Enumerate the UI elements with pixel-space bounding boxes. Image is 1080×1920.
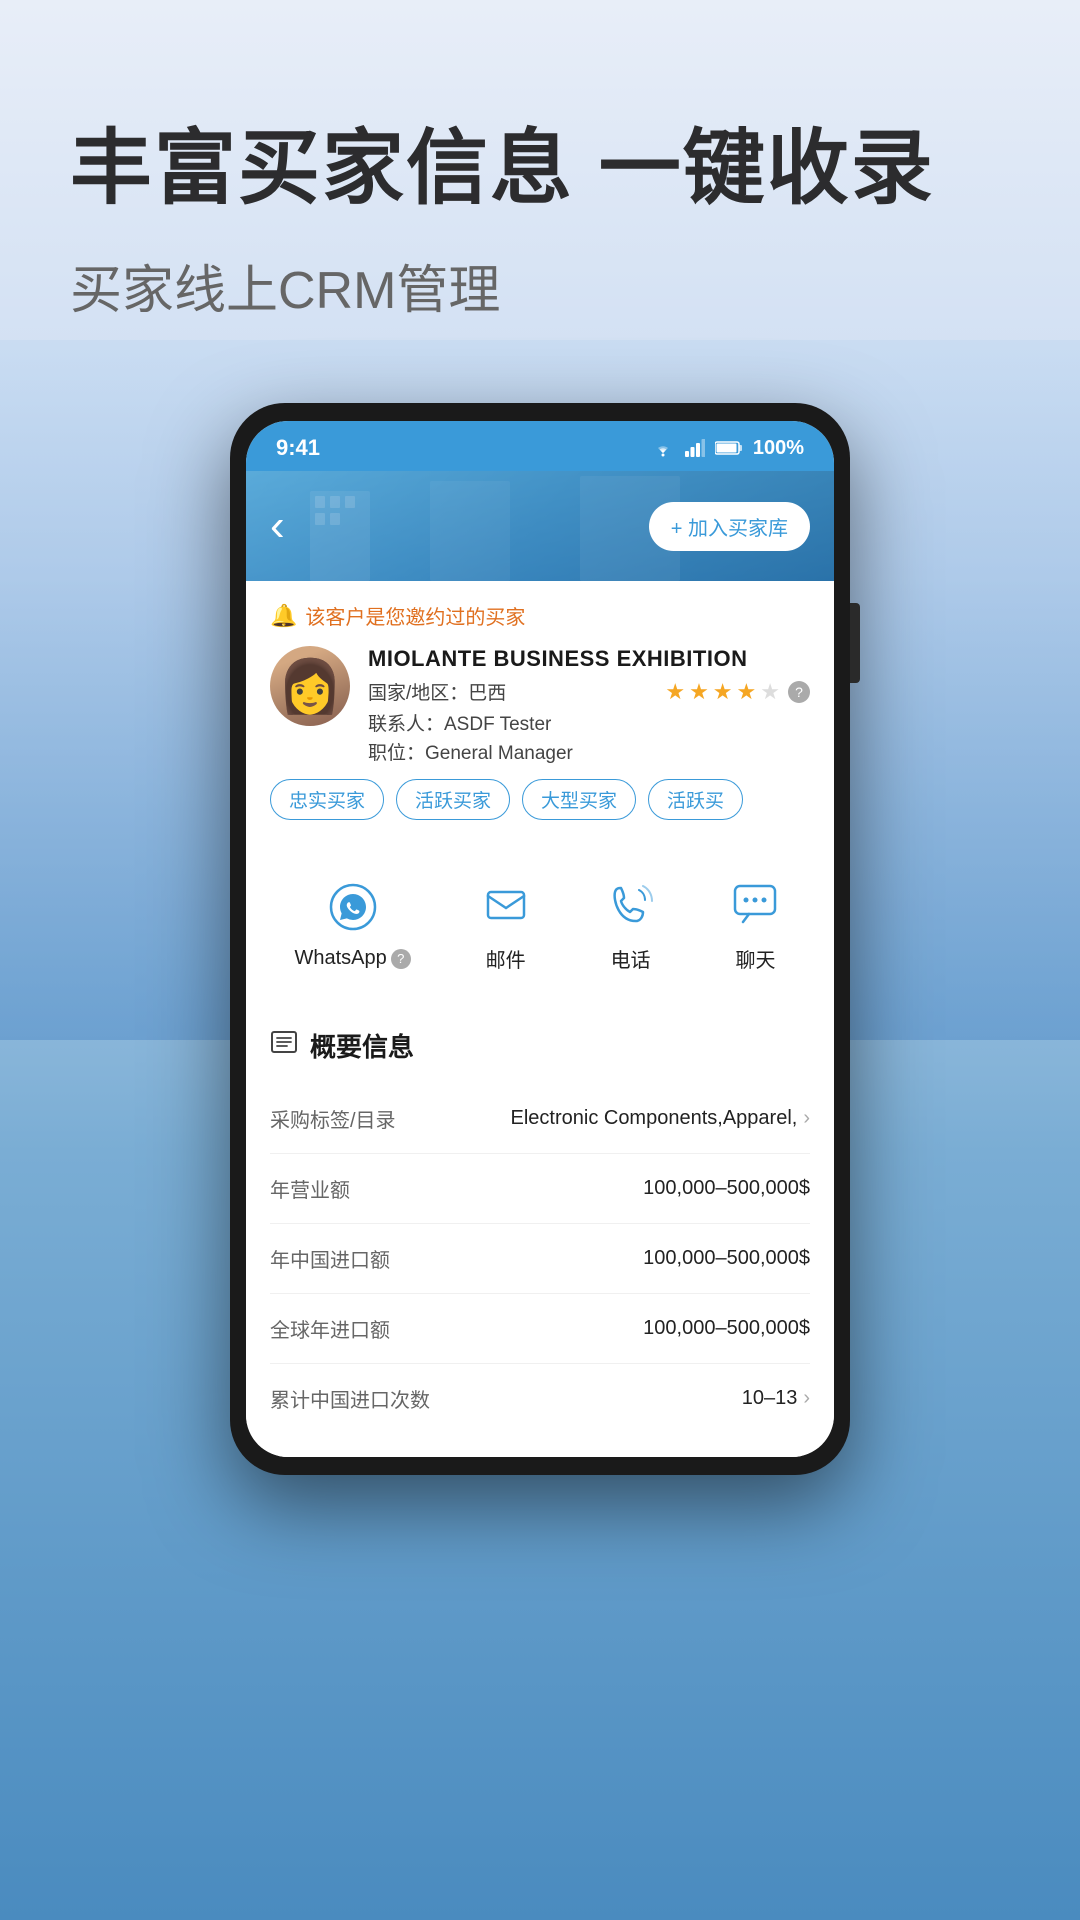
overview-title: 概要信息	[310, 1027, 414, 1064]
buyer-card: 🔔 该客户是您邀约过的买家 MIOLANTE BUSINESS EXHIBITI…	[246, 581, 834, 840]
email-icon	[480, 878, 532, 930]
info-value-import-count: 10–13 ›	[742, 1387, 810, 1410]
chat-label: 聊天	[735, 944, 775, 973]
email-label: 邮件	[486, 944, 526, 973]
notice-icon: 🔔	[270, 603, 297, 629]
tags-row: 忠实买家 活跃买家 大型买家 活跃买	[270, 779, 810, 820]
info-label-china-import: 年中国进口额	[270, 1244, 390, 1273]
chevron-icon-import-count: ›	[803, 1387, 810, 1410]
status-time: 9:41	[276, 435, 320, 461]
star-2: ★	[689, 679, 709, 705]
star-4: ★	[737, 679, 757, 705]
buyer-details: MIOLANTE BUSINESS EXHIBITION 国家/地区：巴西 ★ …	[368, 646, 810, 765]
country-label: 国家/地区：巴西	[368, 678, 506, 705]
status-bar: 9:41	[246, 421, 834, 471]
add-buyer-button[interactable]: + 加入买家库	[649, 502, 810, 551]
contact-row: 联系人：ASDF Tester	[368, 709, 810, 736]
avatar	[270, 646, 350, 726]
info-label-purchase: 采购标签/目录	[270, 1104, 396, 1133]
whatsapp-icon	[327, 881, 379, 933]
header-section: 丰富买家信息 一键收录 买家线上CRM管理	[0, 0, 1080, 383]
star-3: ★	[713, 679, 733, 705]
battery-percent: 100%	[753, 437, 804, 460]
sub-title: 买家线上CRM管理	[70, 248, 1010, 323]
info-label-revenue: 年营业额	[270, 1174, 350, 1203]
buyer-info-row: MIOLANTE BUSINESS EXHIBITION 国家/地区：巴西 ★ …	[270, 646, 810, 765]
info-value-global-import: 100,000–500,000$	[643, 1317, 810, 1340]
status-icons: 100%	[651, 437, 804, 460]
info-label-global-import: 全球年进口额	[270, 1314, 390, 1343]
avatar-inner	[270, 646, 350, 726]
tag-loyal: 忠实买家	[270, 779, 384, 820]
whatsapp-label: WhatsApp ?	[294, 947, 410, 970]
whatsapp-help-icon[interactable]: ?	[391, 949, 411, 969]
phone-label: 电话	[611, 944, 651, 973]
customer-notice: 🔔 该客户是您邀约过的买家	[270, 601, 810, 630]
overview-icon	[270, 1028, 298, 1063]
action-phone[interactable]: 电话	[601, 874, 661, 973]
info-row-purchase[interactable]: 采购标签/目录 Electronic Components,Apparel, ›	[270, 1084, 810, 1154]
action-chat[interactable]: 聊天	[725, 874, 785, 973]
phone-container: 9:41	[0, 403, 1080, 1475]
chat-icon	[729, 878, 781, 930]
notice-text: 该客户是您邀约过的买家	[305, 601, 525, 630]
phone-screen: 9:41	[246, 421, 834, 1457]
top-image-area: ‹ + 加入买家库	[246, 471, 834, 581]
main-title: 丰富买家信息 一键收录	[70, 120, 1010, 218]
info-row-import-count[interactable]: 累计中国进口次数 10–13 ›	[270, 1364, 810, 1433]
phone-icon	[605, 878, 657, 930]
tag-large: 大型买家	[522, 779, 636, 820]
company-name: MIOLANTE BUSINESS EXHIBITION	[368, 646, 810, 672]
info-value-purchase: Electronic Components,Apparel, ›	[511, 1107, 811, 1130]
list-icon	[270, 1028, 298, 1056]
info-row-global-import: 全球年进口额 100,000–500,000$	[270, 1294, 810, 1364]
whatsapp-icon-circle	[323, 877, 383, 937]
info-row-china-import: 年中国进口额 100,000–500,000$	[270, 1224, 810, 1294]
rating-help-icon[interactable]: ?	[788, 681, 810, 703]
info-value-china-import: 100,000–500,000$	[643, 1247, 810, 1270]
back-button[interactable]: ‹	[270, 501, 285, 551]
phone-mockup: 9:41	[230, 403, 850, 1475]
email-icon-circle	[476, 874, 536, 934]
phone-icon-circle	[601, 874, 661, 934]
overview-section: 概要信息 采购标签/目录 Electronic Components,Appar…	[246, 1003, 834, 1457]
info-row-revenue: 年营业额 100,000–500,000$	[270, 1154, 810, 1224]
action-email[interactable]: 邮件	[476, 874, 536, 973]
star-1: ★	[665, 679, 685, 705]
tag-active2: 活跃买	[648, 779, 743, 820]
signal-icon	[685, 439, 705, 457]
add-buyer-label: + 加入买家库	[671, 512, 788, 541]
wifi-icon	[651, 439, 675, 457]
action-whatsapp[interactable]: WhatsApp ?	[294, 877, 410, 970]
position-row: 职位：General Manager	[368, 738, 810, 765]
chevron-icon-purchase: ›	[803, 1107, 810, 1130]
section-header: 概要信息	[270, 1027, 810, 1064]
country-row: 国家/地区：巴西 ★ ★ ★ ★ ★ ?	[368, 678, 810, 705]
battery-icon	[715, 440, 743, 456]
chat-icon-circle	[725, 874, 785, 934]
actions-section: WhatsApp ? 邮件	[246, 850, 834, 993]
tag-active: 活跃买家	[396, 779, 510, 820]
info-value-revenue: 100,000–500,000$	[643, 1177, 810, 1200]
star-5: ★	[760, 679, 780, 705]
info-label-import-count: 累计中国进口次数	[270, 1384, 430, 1413]
stars: ★ ★ ★ ★ ★ ?	[665, 679, 810, 705]
